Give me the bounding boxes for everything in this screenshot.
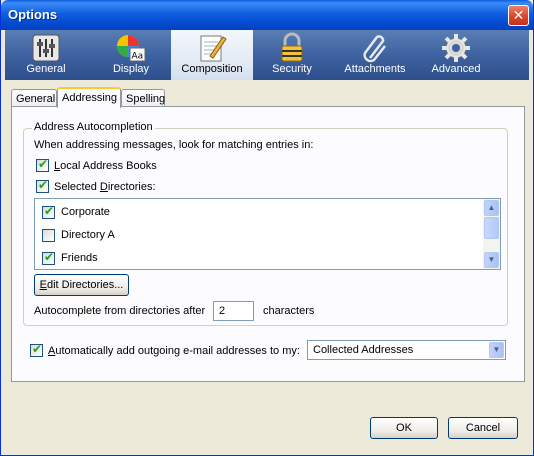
check-icon: ✔ (44, 204, 55, 218)
close-button[interactable]: ✕ (508, 5, 529, 26)
gear-icon (442, 34, 470, 62)
characters-label: characters (263, 305, 315, 317)
autocomplete-after-label: Autocomplete from directories after (34, 305, 206, 317)
directory-label: Friends (61, 252, 98, 264)
pane-general[interactable]: General (9, 30, 83, 80)
list-item[interactable]: ✔ Corporate (35, 201, 483, 224)
directory-label: Directory A (61, 229, 115, 241)
auto-add-checkbox[interactable]: ✔ (30, 342, 43, 357)
address-book-select[interactable]: Collected Addresses ▼ (307, 340, 506, 360)
list-item[interactable]: Directory A (35, 224, 483, 247)
pane-label: Advanced (431, 63, 481, 75)
pane-security[interactable]: Security (255, 30, 329, 80)
padlock-icon (281, 32, 303, 62)
auto-add-label: Automatically add outgoing e-mail addres… (48, 345, 300, 357)
pane-label: General (26, 63, 66, 75)
list-item[interactable]: ✔ Friends (35, 247, 483, 270)
notepad-pencil-icon (200, 35, 227, 62)
options-window: Options ✕ General Aa Display Composition… (0, 0, 534, 456)
tab-label: Spelling (126, 93, 166, 105)
tab-label: Addressing (62, 92, 118, 104)
cancel-button[interactable]: Cancel (448, 417, 518, 439)
scroll-thumb[interactable] (484, 217, 499, 239)
address-book-value: Collected Addresses (313, 344, 414, 356)
chevron-down-icon[interactable]: ▼ (489, 342, 504, 358)
selected-directories-label: Selected Directories: (54, 181, 156, 193)
directory-checkbox[interactable]: ✔ (42, 204, 55, 219)
paperclip-icon (363, 35, 386, 63)
check-icon: ✔ (38, 178, 49, 192)
window-title: Options (8, 7, 58, 22)
directory-label: Corporate (61, 206, 110, 218)
local-address-books-label: Local Address Books (54, 160, 157, 172)
autocomplete-chars-input[interactable]: 2 (213, 301, 254, 321)
pane-label: Security (272, 63, 312, 75)
ok-button[interactable]: OK (370, 417, 438, 439)
directory-list[interactable]: ✔ Corporate Directory A ✔ Friends ▲ ▼ (34, 198, 501, 270)
local-address-books-checkbox[interactable]: ✔ (36, 157, 49, 172)
tab-addressing[interactable]: Addressing (57, 87, 121, 108)
close-icon: ✕ (512, 7, 525, 23)
pane-label: Composition (181, 63, 243, 75)
directory-checkbox[interactable]: ✔ (42, 250, 55, 265)
check-icon: ✔ (38, 157, 49, 171)
autocomplete-intro: When addressing messages, look for match… (34, 139, 314, 151)
pane-toolbar: General Aa Display Composition Security … (5, 30, 529, 80)
pane-label: Attachments (344, 63, 406, 75)
directory-checkbox[interactable] (42, 229, 55, 242)
list-scrollbar[interactable]: ▲ ▼ (483, 199, 500, 269)
sliders-icon (32, 34, 60, 62)
svg-text:Aa: Aa (132, 52, 144, 62)
check-icon: ✔ (44, 250, 55, 264)
tab-label: General (16, 93, 56, 105)
check-icon: ✔ (32, 342, 43, 356)
title-bar: Options ✕ (1, 0, 533, 30)
edit-directories-button[interactable]: Edit Directories... (34, 274, 129, 296)
scroll-down-button[interactable]: ▼ (484, 252, 499, 268)
pane-composition[interactable]: Composition (171, 30, 253, 80)
pane-display[interactable]: Aa Display (91, 30, 171, 80)
pane-label: Display (112, 63, 150, 75)
pane-advanced[interactable]: Advanced (421, 30, 491, 80)
selected-directories-checkbox[interactable]: ✔ (36, 178, 49, 193)
color-wheel-font-icon: Aa (117, 35, 146, 62)
pane-attachments[interactable]: Attachments (337, 30, 413, 80)
group-label: Address Autocompletion (32, 121, 155, 133)
scroll-up-button[interactable]: ▲ (484, 200, 499, 216)
